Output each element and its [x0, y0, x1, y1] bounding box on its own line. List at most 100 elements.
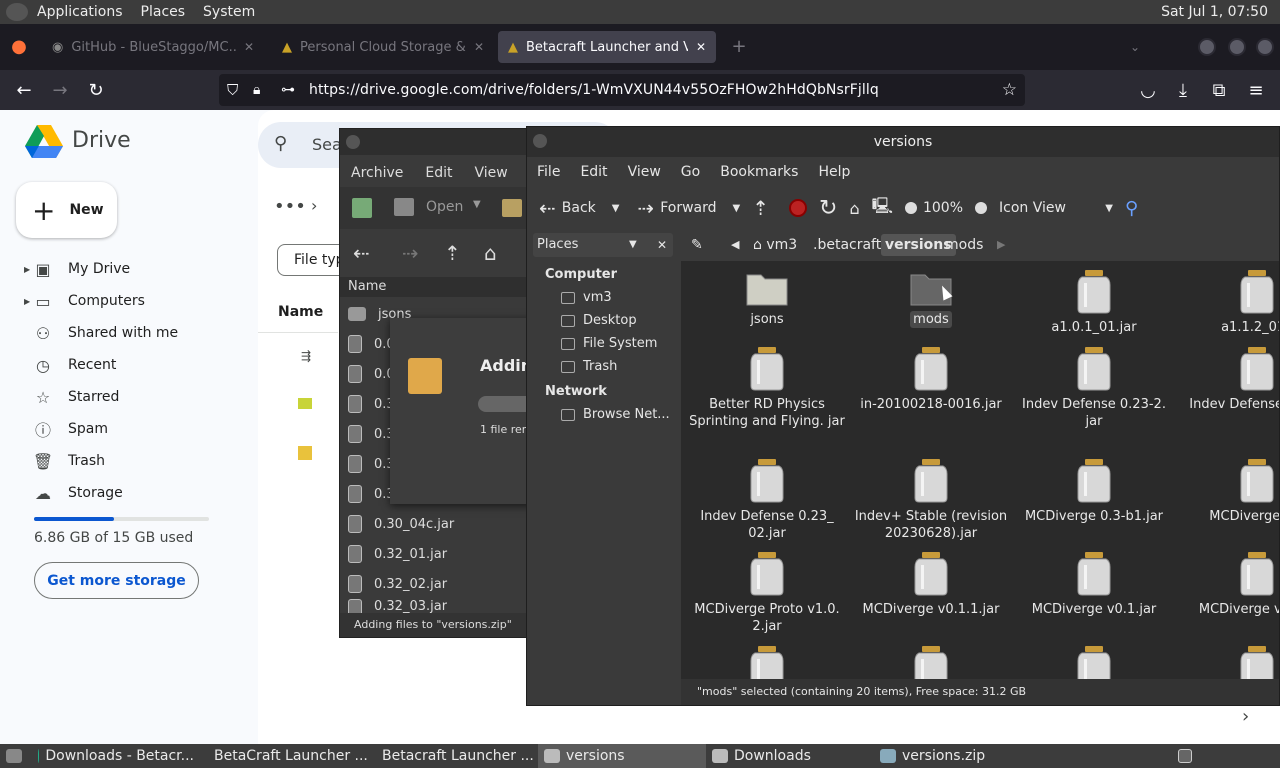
- file-item[interactable]: MCDiverge v0.1.jar: [1012, 551, 1176, 618]
- list-tabs-icon[interactable]: ⌄: [1124, 36, 1146, 58]
- file-item[interactable]: MCDiverge 0.3-b1.jar: [1012, 458, 1176, 525]
- nav-my-drive[interactable]: ▶ ▣ My Drive: [24, 253, 130, 285]
- extract-icon[interactable]: [502, 199, 522, 217]
- tab-betacraft[interactable]: ▲ Betacraft Launcher and Vers ✕: [498, 31, 716, 63]
- chevron-down-icon[interactable]: ▼: [733, 203, 741, 214]
- list-item[interactable]: 0.3: [348, 479, 395, 509]
- close-pane-icon[interactable]: ✕: [657, 233, 667, 257]
- up-arrow-icon[interactable]: ⇡: [444, 241, 461, 265]
- list-item[interactable]: 0.3: [348, 389, 395, 419]
- chevron-down-icon[interactable]: ▼: [473, 199, 481, 210]
- menu-edit[interactable]: Edit: [570, 159, 617, 185]
- nav-shared-with-me[interactable]: ⚇ Shared with me: [24, 317, 178, 349]
- sidebar-item-file-system[interactable]: File System: [535, 332, 679, 355]
- column-name-header[interactable]: Name: [340, 277, 538, 297]
- back-arrow-icon[interactable]: ⇠: [353, 241, 370, 265]
- nav-trash[interactable]: 🗑︎ Trash: [24, 445, 105, 477]
- file-item[interactable]: MCDiverge Lat: [1175, 458, 1279, 525]
- search-icon[interactable]: ⚲: [1119, 198, 1144, 219]
- computer-icon[interactable]: 🖳︎: [866, 195, 899, 222]
- window-title[interactable]: versions: [527, 127, 1279, 157]
- menu-system[interactable]: System: [194, 0, 264, 24]
- shield-icon[interactable]: ⛉: [227, 81, 238, 99]
- places-select[interactable]: Places ▼ ✕: [533, 233, 673, 257]
- clock[interactable]: Sat Jul 1, 07:50: [1161, 4, 1280, 20]
- file-item[interactable]: Better RD Physics Sprinting and Flying. …: [685, 346, 849, 430]
- menu-archive[interactable]: Archive: [340, 161, 414, 185]
- forward-arrow-icon[interactable]: ⇢: [402, 241, 419, 265]
- sidebar-item-trash[interactable]: Trash: [535, 355, 679, 378]
- bookmark-star-icon[interactable]: ☆: [1002, 80, 1017, 100]
- zoom-control[interactable]: 100%: [899, 200, 993, 216]
- get-more-storage-button[interactable]: Get more storage: [34, 562, 199, 599]
- home-icon[interactable]: ⌂: [484, 241, 497, 265]
- chevron-right-icon[interactable]: ›: [1242, 706, 1249, 727]
- nav-starred[interactable]: ☆ Starred: [24, 381, 120, 413]
- url-text[interactable]: https://drive.google.com/drive/folders/1…: [309, 82, 879, 98]
- menu-bookmarks[interactable]: Bookmarks: [710, 159, 808, 185]
- chevron-right-icon[interactable]: ›: [311, 196, 317, 215]
- menu-edit[interactable]: Edit: [414, 161, 463, 185]
- taskbar-item-versions-zip[interactable]: versions.zip: [874, 744, 1042, 768]
- taskbar-item-betacraft-app[interactable]: BetaCraft Launcher ...: [202, 744, 370, 768]
- archive-titlebar[interactable]: [340, 129, 538, 155]
- file-item[interactable]: MCDiverge v0. jar: [1175, 551, 1279, 618]
- tab-github[interactable]: ◉ GitHub - BlueStaggo/MC... ✕: [42, 31, 264, 63]
- menu-help[interactable]: Help: [808, 159, 860, 185]
- menu-applications[interactable]: Applications: [28, 0, 132, 24]
- nav-recent[interactable]: ◷ Recent: [24, 349, 116, 381]
- close-icon[interactable]: ✕: [474, 40, 484, 54]
- home-folder-icon[interactable]: ⌂: [843, 199, 865, 218]
- list-item[interactable]: 0.3: [348, 419, 395, 449]
- list-item[interactable]: 0.30_04c.jar: [348, 509, 454, 539]
- zoom-out-icon[interactable]: [904, 202, 917, 214]
- drive-logo-text[interactable]: Drive: [72, 128, 131, 153]
- breadcrumb-vm3[interactable]: ⌂ vm3: [749, 234, 801, 256]
- file-item[interactable]: Indev Defense 0.23-2. jar: [1012, 346, 1176, 430]
- chevron-down-icon[interactable]: ▼: [612, 203, 620, 214]
- file-item[interactable]: in-20100218-0016.jar: [849, 346, 1013, 413]
- maximize-button[interactable]: [1228, 38, 1246, 56]
- list-item[interactable]: 0.3: [348, 449, 395, 479]
- sidebar-item-desktop[interactable]: Desktop: [535, 309, 679, 332]
- forward-button[interactable]: ⇢ Forward ▼: [631, 196, 746, 220]
- permissions-icon[interactable]: ⊶: [281, 82, 295, 98]
- firefox-menu-icon[interactable]: ●: [8, 36, 30, 58]
- new-archive-icon[interactable]: [352, 198, 372, 218]
- column-name-header[interactable]: Name: [278, 304, 323, 320]
- edit-location-icon[interactable]: ✎: [687, 234, 707, 256]
- breadcrumb-betacraft[interactable]: .betacraft: [809, 234, 885, 256]
- breadcrumb-right-icon[interactable]: ▶: [993, 234, 1009, 256]
- drive-logo-icon[interactable]: [25, 125, 63, 159]
- new-button[interactable]: + New: [16, 182, 117, 238]
- show-desktop-button[interactable]: [0, 744, 28, 768]
- nav-storage[interactable]: ☁︎ Storage: [24, 477, 123, 509]
- file-item[interactable]: a1.0.1_01.jar: [1012, 269, 1176, 336]
- system-logo-icon[interactable]: [6, 3, 28, 21]
- workspace-switcher[interactable]: [1172, 744, 1198, 768]
- list-item[interactable]: 0.32_01.jar: [348, 539, 447, 569]
- hamburger-menu-icon[interactable]: ≡: [1245, 80, 1267, 102]
- forward-arrow-icon[interactable]: →: [49, 80, 71, 102]
- stop-icon[interactable]: [783, 199, 813, 217]
- breadcrumb-left-icon[interactable]: ◀: [727, 234, 743, 256]
- tab-google-drive[interactable]: ▲ Personal Cloud Storage &... ✕: [272, 31, 494, 63]
- up-arrow-icon[interactable]: ⇡: [746, 196, 775, 220]
- search-icon[interactable]: ⚲: [274, 133, 287, 154]
- list-item[interactable]: 0.32_03.jar: [348, 599, 447, 613]
- file-item[interactable]: MCDiverge v0.1.1.jar: [849, 551, 1013, 618]
- sidebar-item-browse-network[interactable]: Browse Net...: [535, 403, 679, 426]
- file-item[interactable]: Indev Defense 01.jar: [1175, 346, 1279, 413]
- expand-arrow-icon[interactable]: ▶: [24, 297, 30, 306]
- menu-view[interactable]: View: [618, 159, 671, 185]
- zoom-in-icon[interactable]: [975, 202, 987, 214]
- reload-icon[interactable]: ↻: [813, 196, 843, 221]
- expand-arrow-icon[interactable]: ▶: [24, 265, 30, 274]
- list-item[interactable]: 0.0: [348, 359, 395, 389]
- view-mode-select[interactable]: Icon View ▼: [993, 200, 1119, 216]
- file-item[interactable]: a1.1.2_01.j: [1175, 269, 1279, 336]
- folder-item[interactable]: mods: [849, 269, 1013, 328]
- window-menu-icon[interactable]: [533, 134, 547, 148]
- downloads-icon[interactable]: ⤓: [1172, 80, 1194, 102]
- menu-go[interactable]: Go: [671, 159, 710, 185]
